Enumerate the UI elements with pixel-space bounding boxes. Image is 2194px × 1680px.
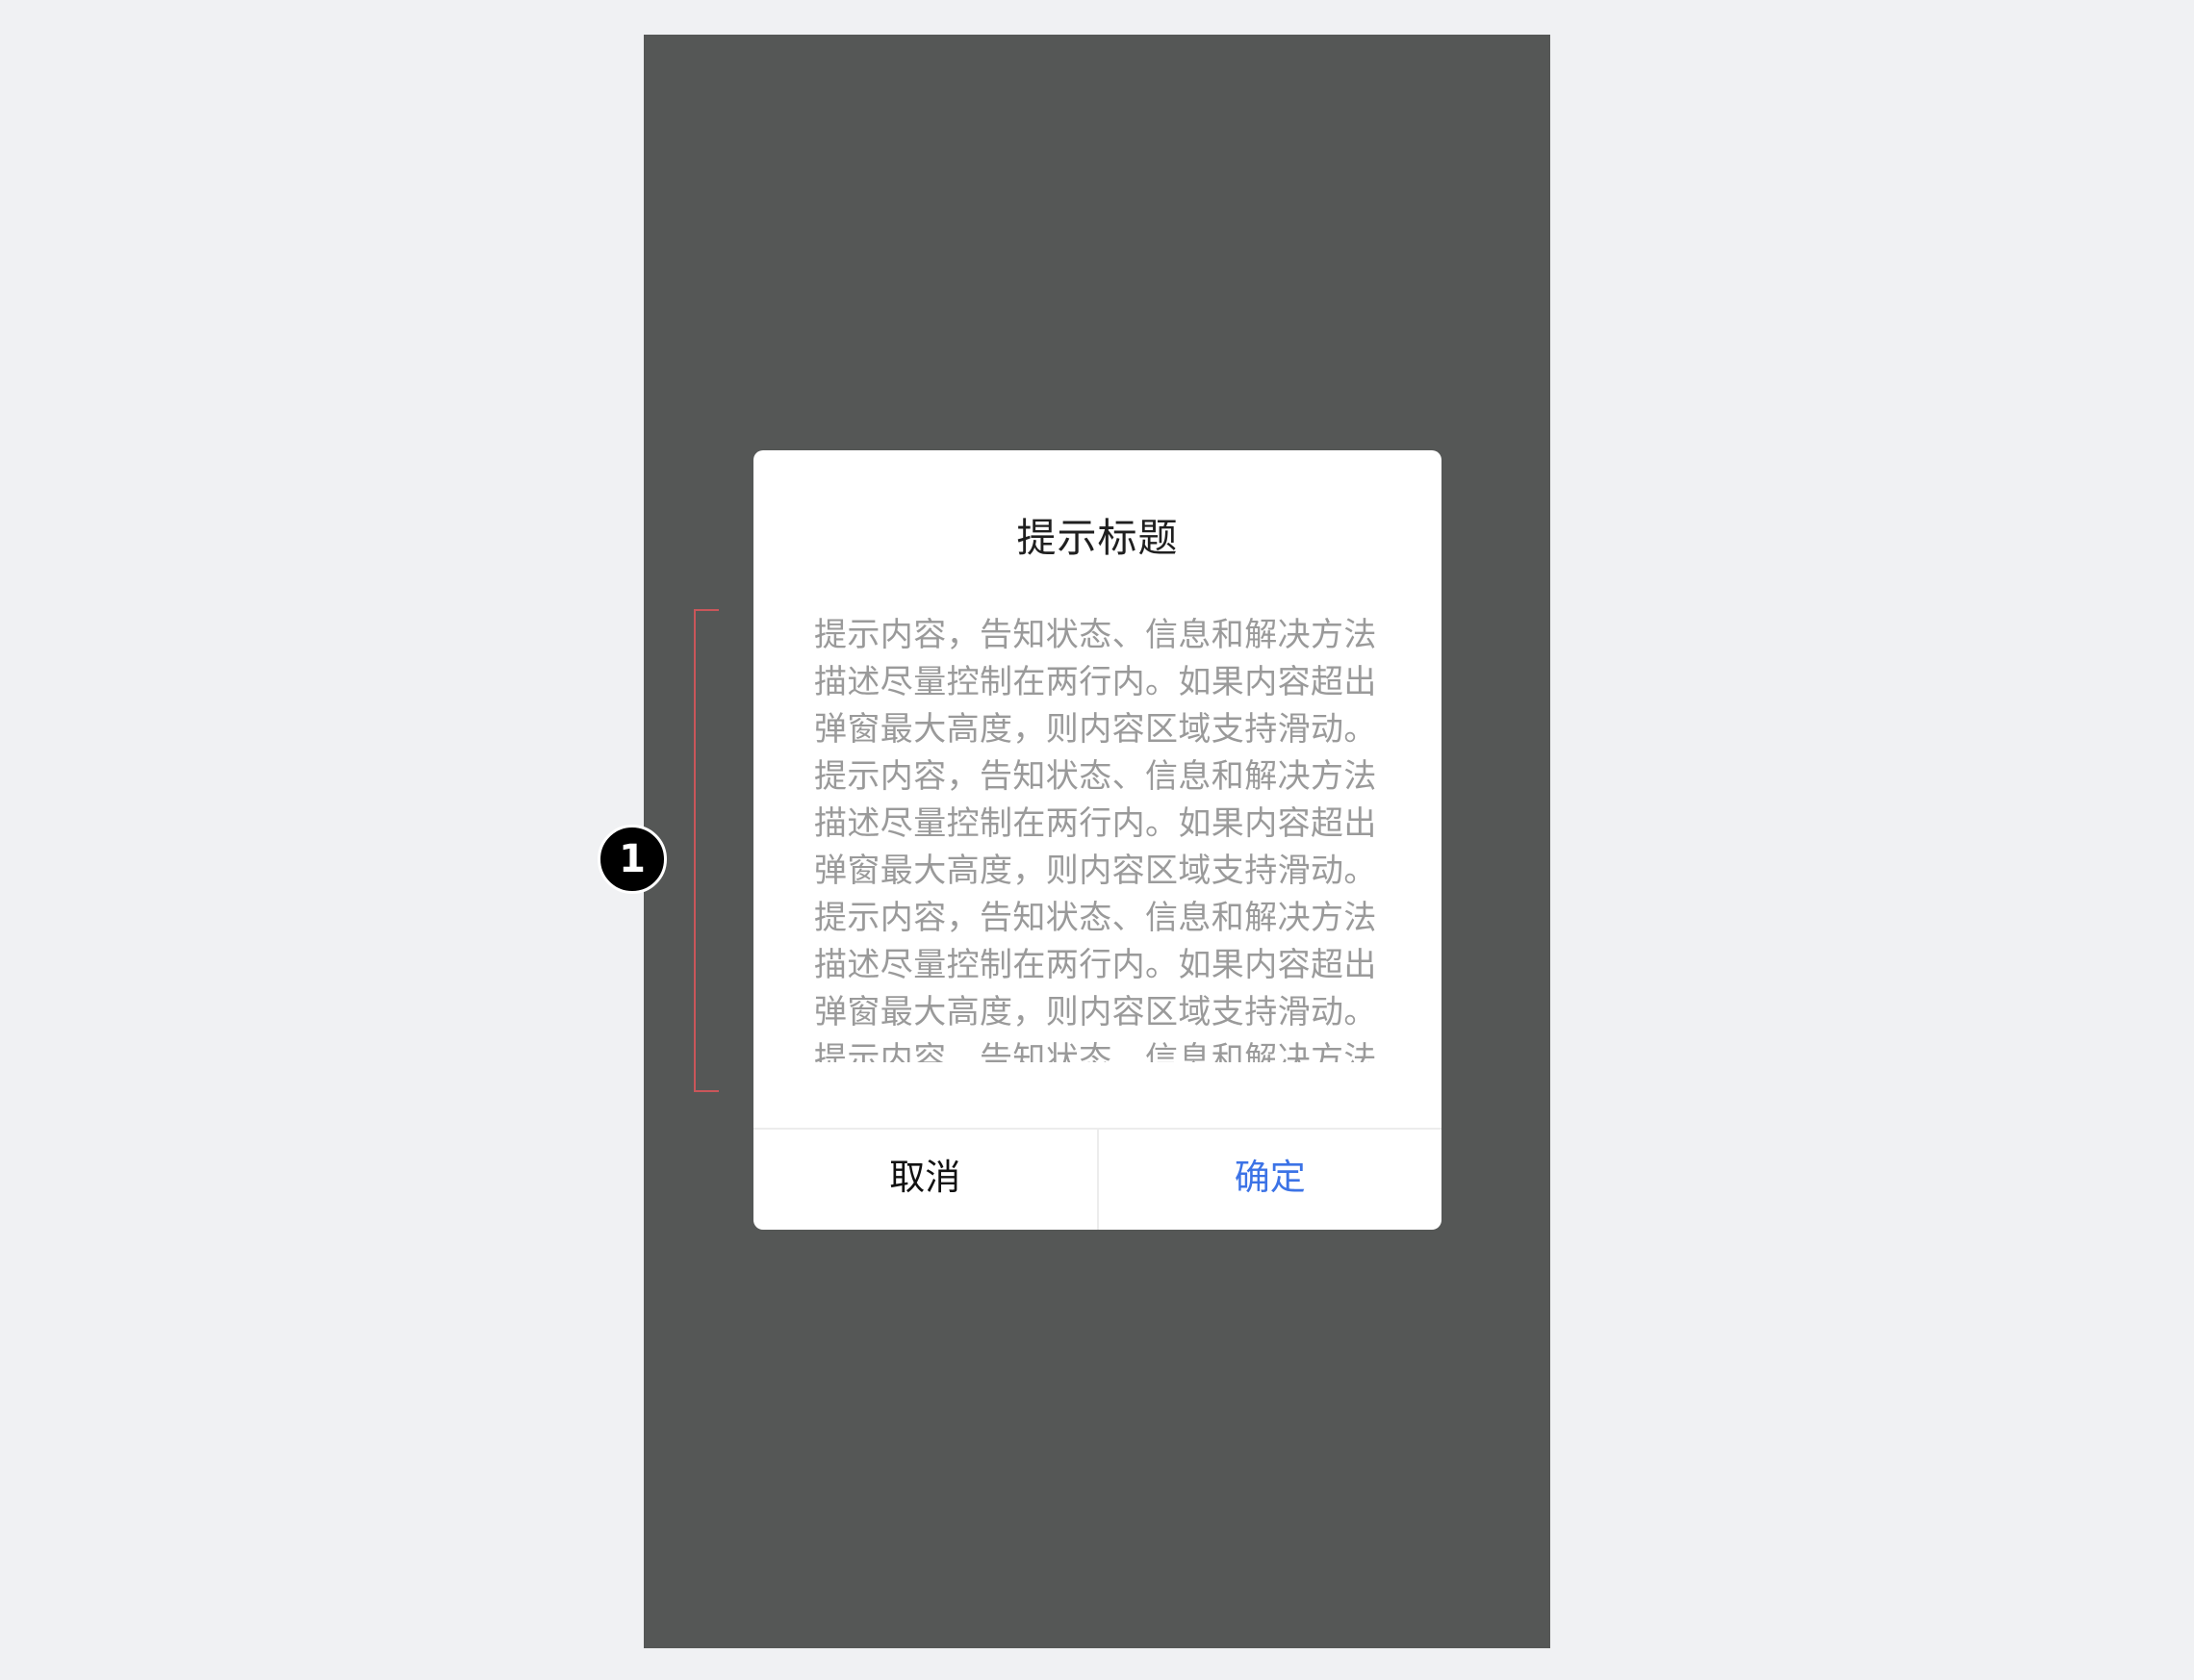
dialog-content-line: 弹窗最大高度，则内容区域支持滑动。 [814,852,1377,890]
dialog-content-line: 提示内容，告知状态、信息和解决方法 [814,899,1377,937]
dialog-footer: 取消 确定 [753,1128,1441,1230]
alert-dialog: 提示标题 提示内容，告知状态、信息和解决方法 描述尽量控制在两行内。如果内容超出… [753,450,1441,1230]
dialog-content-line: 提示内容，告知状态、信息和解决方法 [814,1040,1377,1062]
dialog-content-line: 提示内容，告知状态、信息和解决方法 [814,616,1377,654]
dialog-content-line: 弹窗最大高度，则内容区域支持滑动。 [814,710,1377,749]
dialog-title: 提示标题 [1016,515,1179,561]
spec-canvas: 提示标题 提示内容，告知状态、信息和解决方法 描述尽量控制在两行内。如果内容超出… [0,0,2194,1680]
dialog-content-line: 描述尽量控制在两行内。如果内容超出 [814,946,1377,984]
cancel-button[interactable]: 取消 [753,1130,1099,1230]
annotation-marker: 1 [598,825,667,894]
dialog-content-line: 描述尽量控制在两行内。如果内容超出 [814,804,1377,843]
dialog-content-line: 弹窗最大高度，则内容区域支持滑动。 [814,993,1377,1031]
confirm-button[interactable]: 确定 [1099,1130,1442,1230]
annotation-bracket [694,609,719,1092]
dialog-content-scroll-area[interactable]: 提示内容，告知状态、信息和解决方法 描述尽量控制在两行内。如果内容超出 弹窗最大… [814,612,1391,1062]
dialog-content-line: 描述尽量控制在两行内。如果内容超出 [814,663,1377,701]
dialog-content-line: 提示内容，告知状态、信息和解决方法 [814,757,1377,796]
